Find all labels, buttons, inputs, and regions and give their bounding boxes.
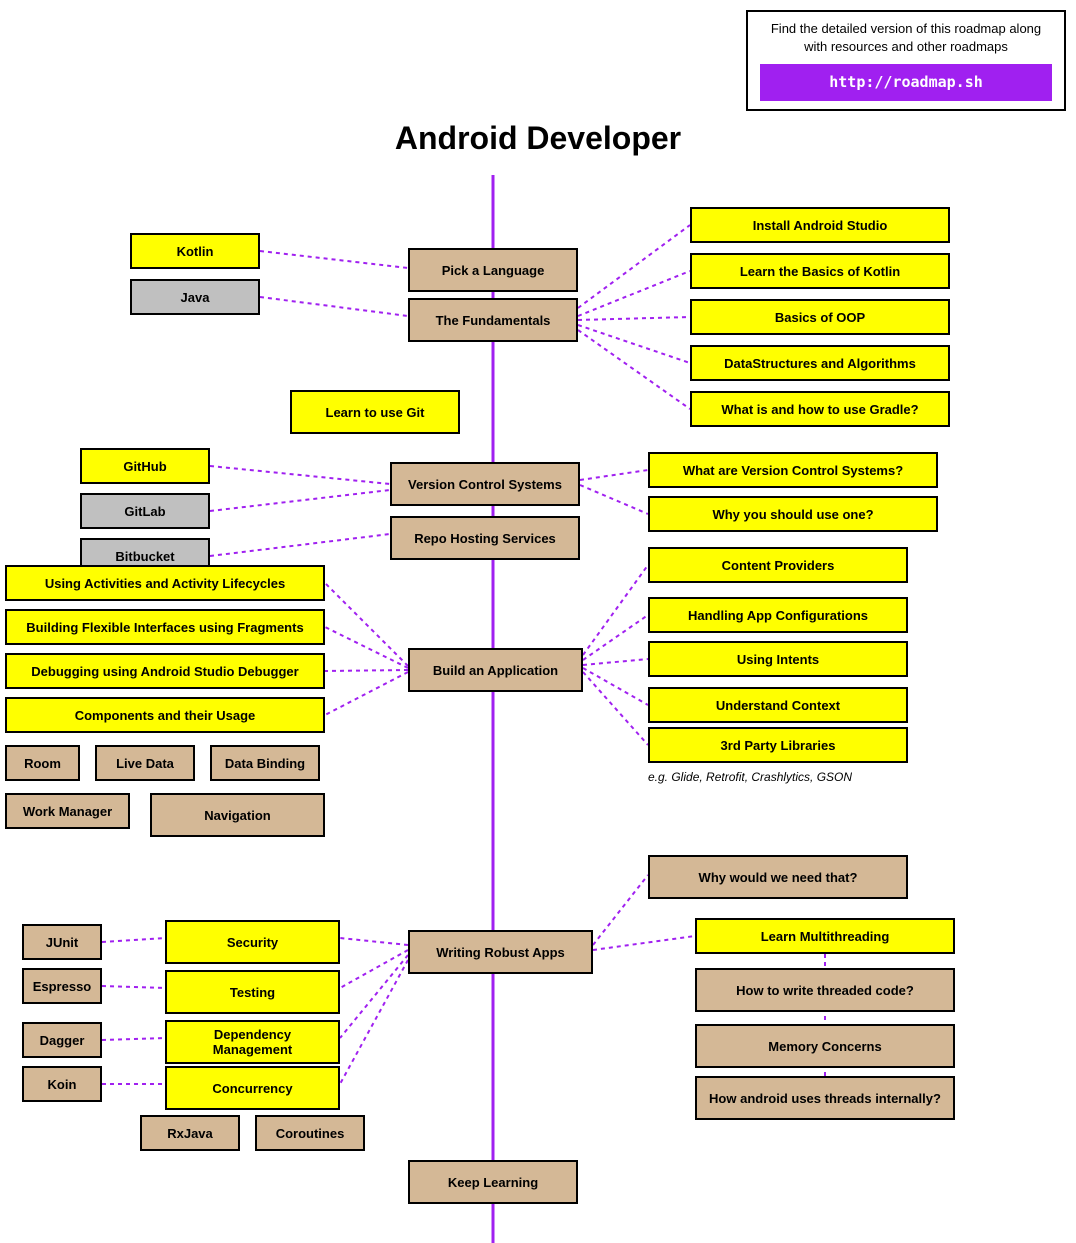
node-repoHosting[interactable]: Repo Hosting Services	[390, 516, 580, 560]
node-workmanager[interactable]: Work Manager	[5, 793, 130, 829]
node-testing[interactable]: Testing	[165, 970, 340, 1014]
node-navigation[interactable]: Navigation	[150, 793, 325, 837]
node-room[interactable]: Room	[5, 745, 80, 781]
node-understandContext[interactable]: Understand Context	[648, 687, 908, 723]
node-livedata[interactable]: Live Data	[95, 745, 195, 781]
node-writingRobust[interactable]: Writing Robust Apps	[408, 930, 593, 974]
node-learnKotlinBasics[interactable]: Learn the Basics of Kotlin	[690, 253, 950, 289]
node-memoryConcerns[interactable]: Memory Concerns	[695, 1024, 955, 1068]
node-dagger[interactable]: Dagger	[22, 1022, 102, 1058]
page-title: Android Developer	[395, 120, 681, 157]
node-coroutines[interactable]: Coroutines	[255, 1115, 365, 1151]
node-gitlab[interactable]: GitLab	[80, 493, 210, 529]
node-vcsWhy[interactable]: Why you should use one?	[648, 496, 938, 532]
node-espresso[interactable]: Espresso	[22, 968, 102, 1004]
node-contentProviders[interactable]: Content Providers	[648, 547, 908, 583]
node-kotlin[interactable]: Kotlin	[130, 233, 260, 269]
node-theFundamentals[interactable]: The Fundamentals	[408, 298, 578, 342]
note-thirdPartyNote: e.g. Glide, Retrofit, Crashlytics, GSON	[648, 770, 908, 784]
node-github[interactable]: GitHub	[80, 448, 210, 484]
node-buildApp[interactable]: Build an Application	[408, 648, 583, 692]
node-security[interactable]: Security	[165, 920, 340, 964]
node-dependencyMgmt[interactable]: Dependency Management	[165, 1020, 340, 1064]
node-learnMultithreading[interactable]: Learn Multithreading	[695, 918, 955, 954]
node-pickLanguage[interactable]: Pick a Language	[408, 248, 578, 292]
node-activities[interactable]: Using Activities and Activity Lifecycles	[5, 565, 325, 601]
node-whyNeedThat[interactable]: Why would we need that?	[648, 855, 908, 899]
node-learnGit[interactable]: Learn to use Git	[290, 390, 460, 434]
node-keepLearning[interactable]: Keep Learning	[408, 1160, 578, 1204]
node-junit[interactable]: JUnit	[22, 924, 102, 960]
node-debugging[interactable]: Debugging using Android Studio Debugger	[5, 653, 325, 689]
node-basicsOfOOP[interactable]: Basics of OOP	[690, 299, 950, 335]
node-vcsWhat[interactable]: What are Version Control Systems?	[648, 452, 938, 488]
node-gradle[interactable]: What is and how to use Gradle?	[690, 391, 950, 427]
info-box-link[interactable]: http://roadmap.sh	[760, 64, 1052, 101]
node-threadedCode[interactable]: How to write threaded code?	[695, 968, 955, 1012]
node-fragments[interactable]: Building Flexible Interfaces using Fragm…	[5, 609, 325, 645]
info-box: Find the detailed version of this roadma…	[746, 10, 1066, 111]
node-handlingApp[interactable]: Handling App Configurations	[648, 597, 908, 633]
node-installAndroidStudio[interactable]: Install Android Studio	[690, 207, 950, 243]
node-dataStructures[interactable]: DataStructures and Algorithms	[690, 345, 950, 381]
info-box-text: Find the detailed version of this roadma…	[760, 20, 1052, 56]
node-androidThreads[interactable]: How android uses threads internally?	[695, 1076, 955, 1120]
node-concurrency[interactable]: Concurrency	[165, 1066, 340, 1110]
node-rxjava[interactable]: RxJava	[140, 1115, 240, 1151]
node-components[interactable]: Components and their Usage	[5, 697, 325, 733]
node-java[interactable]: Java	[130, 279, 260, 315]
node-databinding[interactable]: Data Binding	[210, 745, 320, 781]
node-koin[interactable]: Koin	[22, 1066, 102, 1102]
node-usingIntents[interactable]: Using Intents	[648, 641, 908, 677]
node-thirdParty[interactable]: 3rd Party Libraries	[648, 727, 908, 763]
node-vcs[interactable]: Version Control Systems	[390, 462, 580, 506]
